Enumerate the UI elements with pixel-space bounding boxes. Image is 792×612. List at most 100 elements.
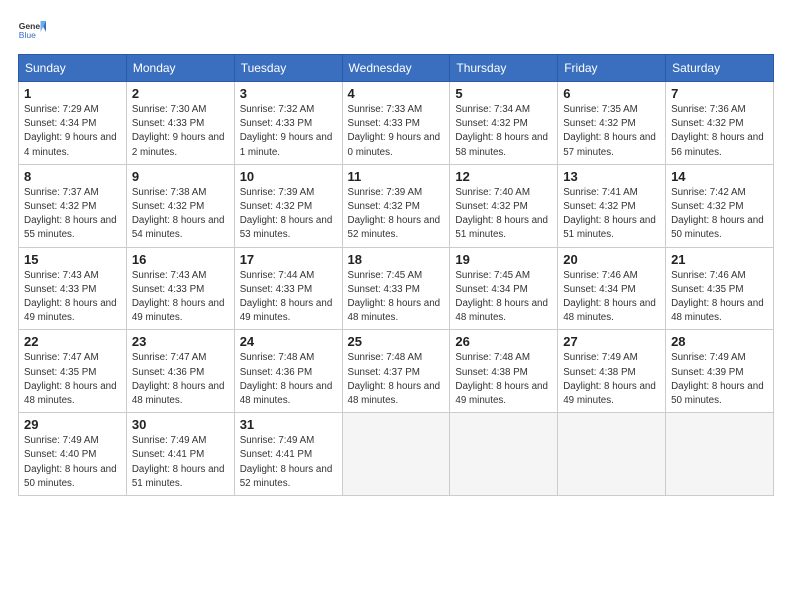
sunset-label: Sunset: 4:33 PM [240, 284, 312, 295]
daylight-label: Daylight: 8 hours and 48 minutes. [240, 381, 333, 406]
sunrise-label: Sunrise: 7:46 AM [671, 270, 746, 281]
sunset-label: Sunset: 4:36 PM [240, 367, 312, 378]
day-number: 4 [348, 86, 445, 101]
day-info: Sunrise: 7:49 AM Sunset: 4:38 PM Dayligh… [563, 351, 660, 408]
sunrise-label: Sunrise: 7:49 AM [671, 352, 746, 363]
day-info: Sunrise: 7:34 AM Sunset: 4:32 PM Dayligh… [455, 103, 552, 160]
day-number: 16 [132, 252, 229, 267]
day-number: 6 [563, 86, 660, 101]
sunrise-label: Sunrise: 7:34 AM [455, 104, 530, 115]
sunrise-label: Sunrise: 7:47 AM [24, 352, 99, 363]
day-number: 31 [240, 417, 337, 432]
day-number: 8 [24, 169, 121, 184]
sunset-label: Sunset: 4:38 PM [563, 367, 635, 378]
day-number: 12 [455, 169, 552, 184]
sunrise-label: Sunrise: 7:39 AM [348, 187, 423, 198]
day-info: Sunrise: 7:41 AM Sunset: 4:32 PM Dayligh… [563, 186, 660, 243]
daylight-label: Daylight: 8 hours and 48 minutes. [671, 298, 764, 323]
daylight-label: Daylight: 8 hours and 56 minutes. [671, 132, 764, 157]
day-info: Sunrise: 7:43 AM Sunset: 4:33 PM Dayligh… [24, 269, 121, 326]
daylight-label: Daylight: 8 hours and 49 minutes. [24, 298, 117, 323]
sunset-label: Sunset: 4:32 PM [132, 201, 204, 212]
day-info: Sunrise: 7:33 AM Sunset: 4:33 PM Dayligh… [348, 103, 445, 160]
daylight-label: Daylight: 9 hours and 0 minutes. [348, 132, 441, 157]
day-info: Sunrise: 7:44 AM Sunset: 4:33 PM Dayligh… [240, 269, 337, 326]
sunset-label: Sunset: 4:35 PM [671, 284, 743, 295]
day-info: Sunrise: 7:32 AM Sunset: 4:33 PM Dayligh… [240, 103, 337, 160]
day-number: 21 [671, 252, 768, 267]
sunrise-label: Sunrise: 7:33 AM [348, 104, 423, 115]
calendar-cell: 17 Sunrise: 7:44 AM Sunset: 4:33 PM Dayl… [234, 247, 342, 330]
sunset-label: Sunset: 4:32 PM [455, 201, 527, 212]
calendar-cell: 2 Sunrise: 7:30 AM Sunset: 4:33 PM Dayli… [126, 82, 234, 165]
calendar-cell: 24 Sunrise: 7:48 AM Sunset: 4:36 PM Dayl… [234, 330, 342, 413]
daylight-label: Daylight: 8 hours and 49 minutes. [240, 298, 333, 323]
calendar-cell: 22 Sunrise: 7:47 AM Sunset: 4:35 PM Dayl… [19, 330, 127, 413]
calendar-cell: 15 Sunrise: 7:43 AM Sunset: 4:33 PM Dayl… [19, 247, 127, 330]
calendar-cell: 23 Sunrise: 7:47 AM Sunset: 4:36 PM Dayl… [126, 330, 234, 413]
sunset-label: Sunset: 4:32 PM [455, 118, 527, 129]
day-info: Sunrise: 7:49 AM Sunset: 4:41 PM Dayligh… [132, 434, 229, 491]
calendar-cell: 13 Sunrise: 7:41 AM Sunset: 4:32 PM Dayl… [558, 164, 666, 247]
sunset-label: Sunset: 4:33 PM [132, 284, 204, 295]
day-info: Sunrise: 7:48 AM Sunset: 4:36 PM Dayligh… [240, 351, 337, 408]
daylight-label: Daylight: 8 hours and 49 minutes. [455, 381, 548, 406]
sunrise-label: Sunrise: 7:44 AM [240, 270, 315, 281]
generalblue-logo-icon: General Blue [18, 18, 46, 46]
daylight-label: Daylight: 8 hours and 53 minutes. [240, 215, 333, 240]
daylight-label: Daylight: 8 hours and 55 minutes. [24, 215, 117, 240]
calendar-cell: 31 Sunrise: 7:49 AM Sunset: 4:41 PM Dayl… [234, 413, 342, 496]
calendar-cell: 9 Sunrise: 7:38 AM Sunset: 4:32 PM Dayli… [126, 164, 234, 247]
sunrise-label: Sunrise: 7:35 AM [563, 104, 638, 115]
sunset-label: Sunset: 4:32 PM [671, 118, 743, 129]
sunset-label: Sunset: 4:38 PM [455, 367, 527, 378]
sunrise-label: Sunrise: 7:47 AM [132, 352, 207, 363]
weekday-tuesday: Tuesday [234, 55, 342, 82]
sunrise-label: Sunrise: 7:48 AM [240, 352, 315, 363]
header: General Blue [18, 18, 774, 46]
day-info: Sunrise: 7:47 AM Sunset: 4:35 PM Dayligh… [24, 351, 121, 408]
sunrise-label: Sunrise: 7:38 AM [132, 187, 207, 198]
svg-text:Blue: Blue [19, 30, 36, 40]
day-number: 7 [671, 86, 768, 101]
day-info: Sunrise: 7:35 AM Sunset: 4:32 PM Dayligh… [563, 103, 660, 160]
sunrise-label: Sunrise: 7:48 AM [455, 352, 530, 363]
sunset-label: Sunset: 4:41 PM [240, 449, 312, 460]
sunrise-label: Sunrise: 7:45 AM [455, 270, 530, 281]
day-info: Sunrise: 7:45 AM Sunset: 4:34 PM Dayligh… [455, 269, 552, 326]
daylight-label: Daylight: 8 hours and 48 minutes. [24, 381, 117, 406]
calendar-cell: 25 Sunrise: 7:48 AM Sunset: 4:37 PM Dayl… [342, 330, 450, 413]
day-number: 27 [563, 334, 660, 349]
sunrise-label: Sunrise: 7:45 AM [348, 270, 423, 281]
calendar-week-1: 1 Sunrise: 7:29 AM Sunset: 4:34 PM Dayli… [19, 82, 774, 165]
daylight-label: Daylight: 9 hours and 2 minutes. [132, 132, 225, 157]
sunset-label: Sunset: 4:35 PM [24, 367, 96, 378]
sunrise-label: Sunrise: 7:49 AM [24, 435, 99, 446]
day-number: 5 [455, 86, 552, 101]
weekday-friday: Friday [558, 55, 666, 82]
day-number: 10 [240, 169, 337, 184]
sunset-label: Sunset: 4:33 PM [24, 284, 96, 295]
calendar-cell: 30 Sunrise: 7:49 AM Sunset: 4:41 PM Dayl… [126, 413, 234, 496]
weekday-header-row: SundayMondayTuesdayWednesdayThursdayFrid… [19, 55, 774, 82]
day-number: 13 [563, 169, 660, 184]
daylight-label: Daylight: 8 hours and 51 minutes. [563, 215, 656, 240]
sunrise-label: Sunrise: 7:43 AM [132, 270, 207, 281]
page: General Blue SundayMondayTuesdayWednesda… [0, 0, 792, 506]
day-number: 25 [348, 334, 445, 349]
day-number: 17 [240, 252, 337, 267]
day-number: 19 [455, 252, 552, 267]
day-number: 11 [348, 169, 445, 184]
day-number: 23 [132, 334, 229, 349]
calendar-cell: 3 Sunrise: 7:32 AM Sunset: 4:33 PM Dayli… [234, 82, 342, 165]
daylight-label: Daylight: 8 hours and 50 minutes. [671, 215, 764, 240]
day-info: Sunrise: 7:45 AM Sunset: 4:33 PM Dayligh… [348, 269, 445, 326]
day-info: Sunrise: 7:40 AM Sunset: 4:32 PM Dayligh… [455, 186, 552, 243]
calendar-cell: 8 Sunrise: 7:37 AM Sunset: 4:32 PM Dayli… [19, 164, 127, 247]
calendar-week-2: 8 Sunrise: 7:37 AM Sunset: 4:32 PM Dayli… [19, 164, 774, 247]
sunrise-label: Sunrise: 7:30 AM [132, 104, 207, 115]
sunrise-label: Sunrise: 7:48 AM [348, 352, 423, 363]
calendar-cell: 16 Sunrise: 7:43 AM Sunset: 4:33 PM Dayl… [126, 247, 234, 330]
calendar-cell [666, 413, 774, 496]
calendar-cell: 1 Sunrise: 7:29 AM Sunset: 4:34 PM Dayli… [19, 82, 127, 165]
